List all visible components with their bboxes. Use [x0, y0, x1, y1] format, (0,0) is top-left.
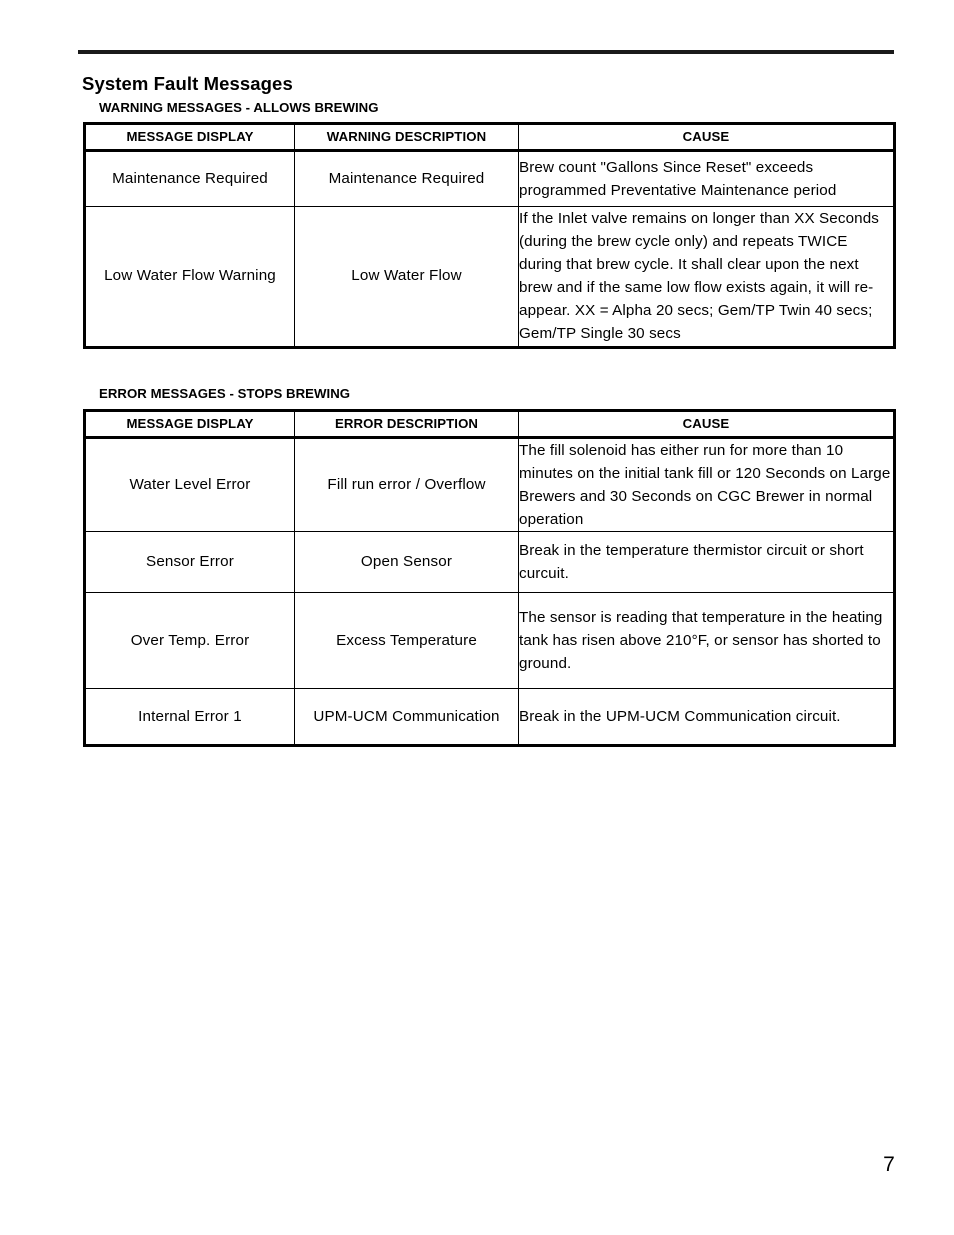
cell-cause: Brew count "Gallons Since Reset" exceeds…	[518, 150, 895, 207]
table-header-row: MESSAGE DISPLAY ERROR DESCRIPTION CAUSE	[84, 410, 895, 439]
cell-cause: Break in the temperature thermistor circ…	[518, 531, 895, 594]
cell-cause: If the Inlet valve remains on longer tha…	[518, 206, 895, 348]
cell-description: Fill run error / Overflow	[294, 436, 519, 533]
cell-message-display: Over Temp. Error	[84, 592, 295, 690]
cell-description: Maintenance Required	[294, 150, 519, 207]
column-header-warning-description: WARNING DESCRIPTION	[294, 123, 519, 152]
page-title: System Fault Messages	[82, 73, 293, 95]
warning-messages-table: MESSAGE DISPLAY WARNING DESCRIPTION CAUS…	[83, 122, 896, 349]
cell-cause: The sensor is reading that temperature i…	[518, 592, 895, 690]
table-row: Low Water Flow Warning Low Water Flow If…	[84, 206, 895, 348]
document-page: System Fault Messages WARNING MESSAGES -…	[0, 0, 954, 1235]
error-section-caption: ERROR MESSAGES - STOPS BREWING	[99, 386, 351, 401]
cell-message-display: Internal Error 1	[84, 688, 295, 747]
cell-description: Excess Temperature	[294, 592, 519, 690]
cell-description: Low Water Flow	[294, 206, 519, 348]
column-header-cause: CAUSE	[518, 123, 895, 152]
cell-cause: The fill solenoid has either run for mor…	[518, 436, 895, 533]
warning-section-caption: WARNING MESSAGES - ALLOWS BREWING	[99, 100, 379, 115]
table-row: Internal Error 1 UPM-UCM Communication B…	[84, 688, 895, 747]
table-row: Sensor Error Open Sensor Break in the te…	[84, 531, 895, 594]
column-header-message-display: MESSAGE DISPLAY	[84, 410, 295, 439]
column-header-cause: CAUSE	[518, 410, 895, 439]
cell-message-display: Maintenance Required	[84, 150, 295, 207]
table-row: Maintenance Required Maintenance Require…	[84, 150, 895, 207]
cell-description: UPM-UCM Communication	[294, 688, 519, 747]
cell-message-display: Low Water Flow Warning	[84, 206, 295, 348]
cell-message-display: Water Level Error	[84, 436, 295, 533]
cell-cause: Break in the UPM-UCM Communication circu…	[518, 688, 895, 747]
cell-message-display: Sensor Error	[84, 531, 295, 594]
cell-description: Open Sensor	[294, 531, 519, 594]
table-header-row: MESSAGE DISPLAY WARNING DESCRIPTION CAUS…	[84, 123, 895, 152]
table-row: Over Temp. Error Excess Temperature The …	[84, 592, 895, 690]
page-number: 7	[883, 1153, 895, 1176]
column-header-message-display: MESSAGE DISPLAY	[84, 123, 295, 152]
header-rule	[78, 50, 894, 54]
column-header-error-description: ERROR DESCRIPTION	[294, 410, 519, 439]
error-messages-table: MESSAGE DISPLAY ERROR DESCRIPTION CAUSE …	[83, 409, 896, 748]
table-row: Water Level Error Fill run error / Overf…	[84, 436, 895, 533]
